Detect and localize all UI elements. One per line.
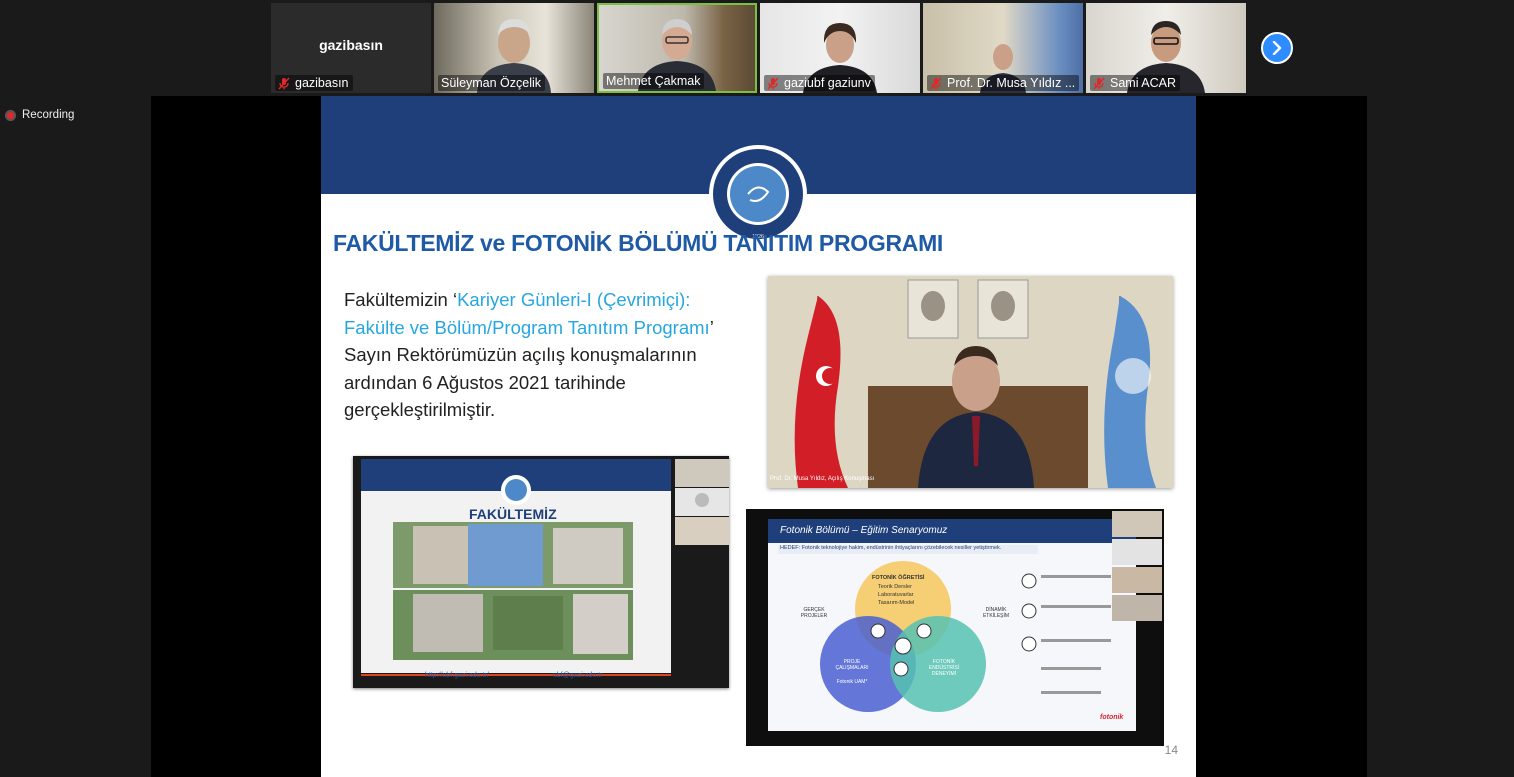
participant-nameplate: Mehmet Çakmak [603, 73, 705, 89]
fotonik-circle-left-sub: Fotonik UAM* [836, 679, 868, 685]
participant-nameplate: gazibasın [275, 75, 353, 91]
participant-name: Süleyman Özçelik [441, 76, 542, 90]
fakultemiz-link-mail: ubf@gazi.edu.tr [553, 672, 603, 679]
rector-caption: Prof. Dr. Musa Yıldız, Açılış Konuşması [770, 476, 875, 482]
recording-label: Recording [22, 109, 75, 121]
rector-photo: Prof. Dr. Musa Yıldız, Açılış Konuşması [768, 276, 1173, 488]
fakultemiz-scene-icon [353, 456, 729, 688]
fakultemiz-link-web: http://ubf.gazi.edu.tr/ [425, 672, 489, 679]
mic-muted-icon [767, 77, 779, 89]
mic-muted-icon [930, 77, 942, 89]
fakultemiz-screenshot: FAKÜLTEMİZ http://ubf.gazi.edu.tr/ ubf@g… [353, 456, 729, 688]
presentation-slide: 1926 FAKÜLTEMİZ ve FOTONİK BÖLÜMÜ TANITI… [321, 96, 1196, 777]
fotonik-hedef: HEDEF: Fotonik teknolojiye hakim, endüst… [780, 545, 1002, 551]
mic-muted-icon [1093, 77, 1105, 89]
shared-screen: 1926 FAKÜLTEMİZ ve FOTONİK BÖLÜMÜ TANITI… [151, 96, 1367, 777]
participant-name: gaziubf gaziunv [784, 76, 871, 90]
participant-tile-mehmet[interactable]: Mehmet Çakmak [597, 3, 757, 93]
participant-name: Mehmet Çakmak [606, 74, 701, 88]
recording-indicator[interactable]: Recording [5, 109, 74, 121]
participant-tile-suleyman[interactable]: Süleyman Özçelik [434, 3, 594, 93]
next-page-button[interactable] [1261, 32, 1293, 64]
fotonik-title: Fotonik Bölümü – Eğitim Senaryomuz [780, 525, 948, 536]
fotonik-label-left: GERÇEK PROJELER [800, 607, 828, 619]
fotonik-item: Laboratuvarlar [878, 592, 914, 598]
fotonik-brand: fotonik [1100, 714, 1124, 721]
slide-body-text: Fakültemizin ‘Kariyer Günleri-I (Çevrimi… [344, 286, 734, 424]
fotonik-label-right: DİNAMİK ETKİLEŞİM [982, 607, 1010, 619]
fotonik-item: Tasarım-Model [878, 600, 915, 606]
participant-nameplate: Sami ACAR [1090, 75, 1180, 91]
fotonik-screenshot: Fotonik Bölümü – Eğitim Senaryomuz HEDEF… [746, 509, 1164, 746]
participant-name: gazibasın [295, 76, 349, 90]
record-icon [5, 109, 16, 121]
participant-nameplate: gaziubf gaziunv [764, 75, 875, 91]
mic-muted-icon [278, 77, 290, 89]
university-logo-icon: 1926 [709, 145, 807, 243]
slide-text-prefix: Fakültemizin ‘ [344, 289, 458, 310]
fotonik-circle-top: FOTONİK ÖĞRETİSİ [872, 575, 925, 581]
slide-title: FAKÜLTEMİZ ve FOTONİK BÖLÜMÜ TANITIM PRO… [333, 230, 944, 256]
participant-tile-gaziubf[interactable]: gaziubf gaziunv [760, 3, 920, 93]
participant-nameplate: Prof. Dr. Musa Yıldız ... [927, 75, 1080, 91]
participant-strip: gazibasın gazibasın Süleyman Özçelik Meh… [271, 3, 1246, 93]
participant-nameplate: Süleyman Özçelik [438, 75, 546, 91]
participant-name: Sami ACAR [1110, 76, 1176, 90]
fotonik-circle-top-items: Teorik Dersler Laboratuvarlar Tasarım-Mo… [878, 583, 914, 607]
fotonik-circle-left: PROJE ÇALIŞMALARI [835, 659, 869, 671]
fotonik-item: Teorik Dersler [878, 584, 912, 590]
chevron-right-icon [1272, 41, 1282, 55]
participant-tile-gazibasin[interactable]: gazibasın gazibasın [271, 3, 431, 93]
fotonik-circle-right: FOTONİK ENDÜSTRİSİ DENEYİMİ [928, 659, 960, 677]
participant-tile-sami[interactable]: Sami ACAR [1086, 3, 1246, 93]
slide-page-number: 14 [1164, 743, 1178, 757]
participant-tile-musa[interactable]: Prof. Dr. Musa Yıldız ... [923, 3, 1083, 93]
rector-scene-icon [768, 276, 1173, 488]
participant-name: Prof. Dr. Musa Yıldız ... [947, 76, 1076, 90]
fakultemiz-title: FAKÜLTEMİZ [469, 506, 557, 522]
